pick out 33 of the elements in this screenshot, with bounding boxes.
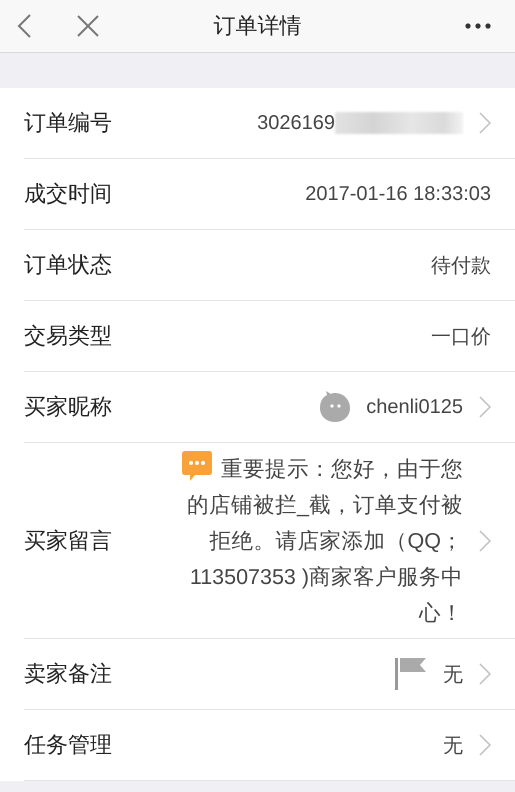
row-label: 成交时间: [24, 180, 112, 208]
chevron-icon[interactable]: [479, 112, 491, 134]
detail-row[interactable]: 买家留言 重要提示：您好，由于您的店铺被拦_截，订单支付被拒绝。请店家添加（QQ；113507353 )商家客户服务中心！: [24, 443, 515, 639]
page-title: 订单详情: [212, 12, 302, 40]
chevron-icon[interactable]: [479, 530, 491, 552]
detail-row[interactable]: 买家昵称 chenli0125: [24, 372, 515, 443]
chevron-icon[interactable]: [479, 663, 491, 685]
back-icon[interactable]: [16, 13, 32, 39]
row-label: 订单状态: [24, 251, 112, 279]
row-label: 卖家备注: [24, 660, 112, 688]
more-icon[interactable]: [465, 23, 491, 29]
message-text: 重要提示：您好，由于您的店铺被拦_截，订单支付被拒绝。请店家添加（QQ；113507353 )商家客户服务中心！: [171, 450, 463, 631]
detail-row[interactable]: 订单编号 3026169: [24, 88, 515, 159]
row-value: 待付款: [431, 254, 491, 278]
chevron-icon[interactable]: [479, 734, 491, 756]
row-value: 2017-01-16 18:33:03: [305, 182, 491, 206]
chat-bubble-icon: [181, 450, 213, 482]
row-value: 一口价: [431, 324, 491, 350]
detail-row[interactable]: 卖家备注 无: [24, 639, 515, 710]
chevron-icon[interactable]: [479, 396, 491, 418]
row-label: 任务管理: [24, 731, 112, 759]
detail-row[interactable]: 任务管理 无: [24, 710, 515, 781]
close-icon[interactable]: [76, 14, 100, 38]
row-value: 无: [443, 734, 463, 758]
row-label: 买家留言: [24, 526, 112, 554]
row-label: 订单编号: [24, 109, 112, 137]
row-value: 无: [443, 662, 463, 688]
row-value: 3026169: [257, 112, 335, 134]
row-label: 交易类型: [24, 322, 112, 350]
row-label: 买家昵称: [24, 393, 112, 421]
flag-icon: [395, 658, 427, 690]
row-value: chenli0125: [366, 396, 463, 418]
avatar-icon: [318, 391, 352, 423]
